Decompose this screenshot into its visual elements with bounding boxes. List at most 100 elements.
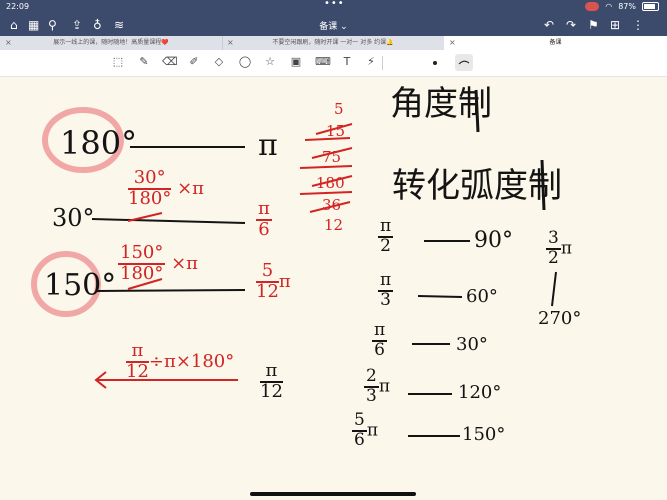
division-divisor: 5 <box>334 100 344 118</box>
laser-pointer-icon[interactable]: ⚡ <box>364 55 378 69</box>
result-numerator: π <box>256 198 272 221</box>
home-indicator[interactable] <box>250 492 416 496</box>
value-pi: π <box>258 128 278 163</box>
dash-line <box>91 218 246 224</box>
result-numerator: 5 <box>256 261 279 283</box>
table-row: π2 <box>378 216 394 256</box>
close-tab-icon[interactable]: × <box>5 36 12 50</box>
table-denominator: 6 <box>354 429 365 450</box>
redo-icon[interactable]: ↷ <box>566 18 576 32</box>
table-degree: 60° <box>466 286 498 307</box>
result-denominator: 12 <box>256 280 279 302</box>
lasso-select-icon[interactable]: ⬚ <box>111 55 125 69</box>
table-denominator: 3 <box>380 289 391 310</box>
heading-convert-radian: 转化弧度制 <box>392 166 562 206</box>
result-5pi-over-12: 5 12 π <box>256 261 291 302</box>
table-tail: π <box>366 420 379 441</box>
close-tab-icon[interactable]: × <box>227 36 234 50</box>
close-tab-icon[interactable]: × <box>449 36 456 50</box>
wifi-icon: ◠ <box>605 2 613 11</box>
image-icon[interactable]: ▣ <box>289 55 303 69</box>
division-75: 75 <box>322 148 342 166</box>
calc-30-numerator: 30° <box>128 168 172 190</box>
tab-label: 不要空闲跟刷，随时开课 一对一 对多 约课🔔 <box>272 39 394 46</box>
table-row: 56π <box>352 410 379 450</box>
heading-angle-degree: 角度制 <box>390 84 492 124</box>
calc-150-times-pi: ×π <box>171 252 199 274</box>
add-page-icon[interactable]: ⊞ <box>610 18 620 32</box>
highlighter-icon[interactable]: ✐ <box>187 55 201 69</box>
value-30-degree: 30° <box>52 204 95 232</box>
calc-30-times-pi: ×π <box>177 177 205 199</box>
eraser-icon[interactable]: ⌫ <box>162 55 178 69</box>
reverse-result: π 12 <box>260 361 283 402</box>
table-denominator: 2 <box>380 235 391 256</box>
result-denominator: 6 <box>258 218 270 240</box>
dash-line <box>417 295 463 298</box>
tab-3[interactable]: × 备课 <box>444 36 667 50</box>
vertical-dash <box>551 271 557 307</box>
keyboard-icon[interactable]: ⌨ <box>315 55 331 69</box>
recording-indicator-icon <box>585 2 600 11</box>
table-numerator: π <box>372 320 388 342</box>
value-180-degree: 180° <box>60 124 138 162</box>
reverse-calc: π 12 ÷π×180° <box>126 341 235 382</box>
value-150-degree: 150° <box>44 268 117 303</box>
division-bar <box>299 191 353 195</box>
table-numerator: 5 <box>352 410 367 432</box>
table-numerator: π <box>378 270 394 292</box>
tab-label: 展示一线上的课，随时随地！高质量课程❤️ <box>53 39 169 46</box>
tab-1[interactable]: × 展示一线上的课，随时随地！高质量课程❤️ <box>0 36 223 50</box>
dash-line <box>95 289 246 292</box>
side-fraction: 32π <box>546 228 573 268</box>
curve-stroke-icon <box>458 60 470 65</box>
reverse-result-denominator: 12 <box>260 380 283 402</box>
status-right: ◠ 87% <box>585 2 659 11</box>
tab-2[interactable]: × 不要空闲跟刷，随时开课 一对一 对多 约课🔔 <box>222 36 445 50</box>
calc-30-fraction: 30° 180° ×π <box>128 168 205 209</box>
division-15: 15 <box>326 122 346 140</box>
table-denominator: 3 <box>366 385 377 406</box>
battery-percent: 87% <box>618 2 636 11</box>
bookmark-icon[interactable]: ⚑ <box>588 18 599 32</box>
division-36: 36 <box>322 196 342 214</box>
reverse-denominator: 12 <box>126 360 149 382</box>
tab-label: 备课 <box>549 39 562 46</box>
side-degree: 270° <box>538 308 582 329</box>
text-icon[interactable]: T <box>340 55 354 69</box>
toolbar-divider <box>382 56 383 70</box>
status-time: 22:09 <box>6 2 30 11</box>
drawing-toolbar: ⬚ ✎ ⌫ ✐ ◇ ◯ ☆ ▣ ⌨ T ⚡ <box>0 50 667 77</box>
reverse-result-numerator: π <box>260 361 283 383</box>
reverse-tail: ÷π×180° <box>148 350 235 372</box>
pen-icon[interactable]: ✎ <box>137 55 151 69</box>
note-canvas[interactable]: 角度制 转化弧度制 180° π 30° 180° ×π 30° π 6 150… <box>0 76 667 494</box>
table-row: π6 <box>372 320 388 360</box>
calc-30-denominator: 180° <box>128 187 172 209</box>
pen-size-small[interactable] <box>433 61 437 65</box>
table-row: 23π <box>364 367 391 406</box>
side-numerator: 3 <box>546 228 561 250</box>
status-bar: 22:09 ••• ◠ 87% <box>0 0 667 14</box>
side-denominator: 2 <box>548 247 559 268</box>
shapes-icon[interactable]: ◇ <box>212 55 226 69</box>
table-numerator: π <box>378 216 394 238</box>
division-12: 12 <box>324 216 344 234</box>
star-icon[interactable]: ☆ <box>263 55 277 69</box>
table-degree: 150° <box>462 424 506 445</box>
calc-150-denominator: 180° <box>120 262 164 284</box>
battery-icon <box>642 2 659 11</box>
side-tail: π <box>560 238 573 259</box>
division-180: 180 <box>316 174 345 192</box>
table-tail: π <box>378 376 391 397</box>
result-pi: π <box>278 270 291 292</box>
more-icon[interactable]: ⋮ <box>632 18 644 32</box>
stroke-style-button[interactable] <box>455 54 473 71</box>
calc-150-fraction: 150° 180° ×π <box>118 243 199 284</box>
undo-icon[interactable]: ↶ <box>544 18 554 32</box>
reverse-numerator: π <box>126 341 149 363</box>
table-row: π3 <box>378 270 394 310</box>
result-pi-over-6: π 6 <box>256 198 272 240</box>
lasso-icon[interactable]: ◯ <box>238 55 252 69</box>
multitask-dots-icon[interactable]: ••• <box>324 0 345 9</box>
